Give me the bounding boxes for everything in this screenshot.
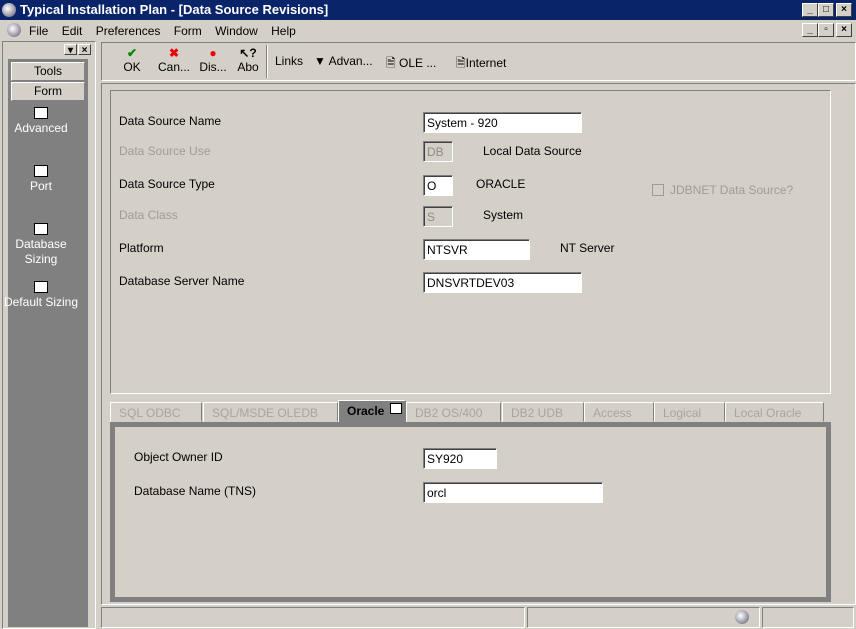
- display-button[interactable]: ● Dis...: [197, 46, 229, 74]
- cancel-button[interactable]: ✖ Can...: [155, 46, 193, 74]
- platform-label: Platform: [119, 241, 164, 255]
- tab-sql-odbc[interactable]: SQL ODBC: [110, 402, 202, 422]
- data-class-input: S: [423, 206, 453, 227]
- sidebar-dropdown-button[interactable]: ▾: [64, 44, 77, 56]
- document-globe-icon: 🗎: [386, 56, 396, 70]
- internet-button[interactable]: 🗎Internet: [456, 54, 506, 75]
- doc-minimize-button[interactable]: _: [802, 23, 818, 37]
- ds-type-label: Data Source Type: [119, 177, 215, 191]
- ds-use-desc: Local Data Source: [483, 144, 582, 158]
- platform-input[interactable]: NTSVR: [423, 239, 530, 260]
- links-button[interactable]: Links: [275, 54, 303, 68]
- tns-label: Database Name (TNS): [134, 484, 257, 498]
- glasses-icon: ●: [209, 46, 217, 60]
- about-button[interactable]: ↖? Abo: [235, 46, 261, 74]
- sidebar-item-port[interactable]: Port: [3, 165, 79, 194]
- app-icon: [2, 3, 16, 17]
- status-pane: [101, 607, 525, 628]
- exit-icon: [34, 107, 48, 119]
- ok-button[interactable]: ✔ OK: [120, 46, 144, 74]
- ds-name-label: Data Source Name: [119, 114, 222, 128]
- menu-preferences[interactable]: Preferences: [96, 24, 161, 38]
- triangle-down-icon: ▼: [314, 54, 326, 68]
- globe-icon: [735, 610, 749, 624]
- ole-button[interactable]: 🗎 OLE ...: [386, 54, 436, 75]
- server-input[interactable]: DNSVRTDEV03: [423, 272, 582, 293]
- owner-label: Object Owner ID: [134, 450, 223, 464]
- tab-access[interactable]: Access: [584, 402, 654, 422]
- separator: [266, 45, 268, 78]
- exit-icon: [34, 165, 48, 177]
- data-class-label: Data Class: [119, 208, 178, 222]
- tools-button[interactable]: Tools: [11, 62, 85, 81]
- menu-edit[interactable]: Edit: [62, 24, 83, 38]
- menu-help[interactable]: Help: [271, 24, 296, 38]
- menu-window[interactable]: Window: [215, 24, 258, 38]
- tab-sql-msde-oledb[interactable]: SQL/MSDE OLEDB: [203, 402, 338, 422]
- tab-logical[interactable]: Logical: [654, 402, 725, 422]
- tab-db2-os400[interactable]: DB2 OS/400: [406, 402, 501, 422]
- tab-oracle[interactable]: Oracle: [338, 400, 406, 423]
- server-label: Database Server Name: [119, 274, 245, 288]
- jdbnet-label: JDBNET Data Source?: [670, 183, 794, 197]
- tab-local-oracle[interactable]: Local Oracle: [725, 402, 824, 422]
- menu-file[interactable]: File: [29, 24, 48, 38]
- sidebar-panel: [8, 59, 88, 627]
- sidebar-item-advanced[interactable]: Advanced: [3, 107, 79, 136]
- status-pane: [527, 607, 760, 628]
- ds-type-desc: ORACLE: [476, 177, 526, 191]
- sidebar-item-default-sizing[interactable]: Default Sizing: [3, 281, 79, 310]
- document-icon: [7, 23, 21, 37]
- menu-bar: File Edit Preferences Form Window Help: [29, 24, 306, 38]
- help-pointer-icon: ↖?: [239, 46, 257, 60]
- ds-type-input[interactable]: O: [423, 175, 453, 196]
- owner-input[interactable]: SY920: [423, 448, 497, 469]
- sidebar-item-database-sizing[interactable]: Database Sizing: [3, 223, 79, 267]
- close-button[interactable]: ×: [836, 3, 852, 17]
- form-button[interactable]: Form: [11, 82, 85, 101]
- document-globe-icon: 🗎: [456, 56, 466, 70]
- title-bar: Typical Installation Plan - [Data Source…: [0, 0, 856, 20]
- advanced-button[interactable]: ▼ Advan...: [314, 54, 373, 68]
- exit-icon: [34, 223, 48, 235]
- menu-form[interactable]: Form: [174, 24, 202, 38]
- ds-use-label: Data Source Use: [119, 144, 211, 158]
- platform-desc: NT Server: [560, 241, 615, 255]
- page-icon: [390, 403, 402, 414]
- ds-use-input: DB: [423, 141, 453, 162]
- doc-close-button[interactable]: ×: [836, 23, 852, 37]
- maximize-button[interactable]: □: [818, 3, 834, 17]
- minimize-button[interactable]: _: [802, 3, 818, 17]
- data-class-desc: System: [483, 208, 524, 222]
- tns-input[interactable]: orcl: [423, 482, 603, 503]
- jdbnet-checkbox[interactable]: [652, 184, 664, 196]
- sidebar-close-button[interactable]: ×: [78, 44, 91, 56]
- exit-icon: [34, 281, 48, 293]
- status-pane: [762, 607, 854, 628]
- doc-restore-button[interactable]: ▫: [818, 23, 834, 37]
- ds-name-input[interactable]: System - 920: [423, 112, 582, 133]
- tab-db2-udb[interactable]: DB2 UDB: [502, 402, 584, 422]
- checkmark-icon: ✔: [126, 46, 138, 60]
- window-title: Typical Installation Plan - [Data Source…: [20, 2, 329, 17]
- x-icon: ✖: [168, 46, 180, 60]
